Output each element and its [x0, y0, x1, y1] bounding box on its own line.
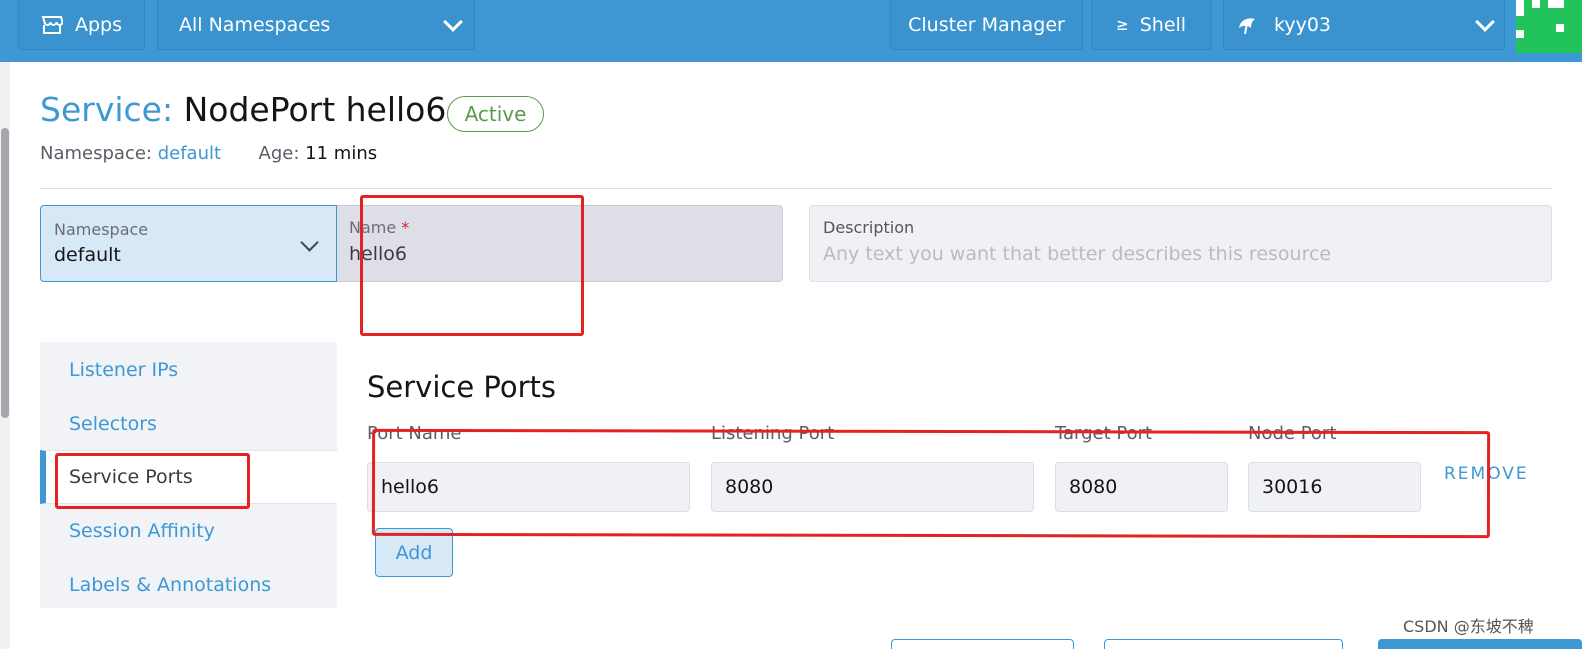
age-value: 11 mins	[305, 143, 378, 164]
namespace-link[interactable]: default	[158, 143, 221, 164]
cluster-name: kyy03	[1274, 13, 1331, 36]
namespace-meta-label: Namespace:	[40, 143, 152, 164]
description-label: Description	[823, 218, 915, 237]
scrollbar-thumb[interactable]	[1, 128, 9, 418]
tab-labels-annotations[interactable]: Labels & Annotations	[40, 558, 337, 612]
chevron-down-icon	[443, 11, 463, 32]
top-navigation-bar: Apps All Namespaces Cluster Manager ≥ Sh…	[0, 0, 1582, 62]
annotation-box-tab	[55, 453, 250, 509]
namespace-select[interactable]: Namespace default	[40, 205, 337, 282]
header-divider	[40, 188, 1552, 189]
cluster-manager-label: Cluster Manager	[908, 13, 1065, 36]
footer-button[interactable]	[1104, 639, 1343, 649]
cluster-icon	[1239, 17, 1255, 34]
cluster-manager-button[interactable]: Cluster Manager	[890, 0, 1083, 50]
resource-kind: Service:	[40, 90, 174, 129]
description-field[interactable]: Description	[809, 205, 1552, 282]
namespace-select-label: Namespace	[54, 220, 149, 239]
namespace-filter-value: All Namespaces	[179, 13, 331, 36]
watermark: CSDN @东坡不稗	[1403, 617, 1534, 636]
tab-selectors[interactable]: Selectors	[40, 397, 337, 451]
apps-label: Apps	[75, 13, 123, 36]
resource-name: NodePort hello6	[183, 90, 447, 129]
footer-button[interactable]	[891, 639, 1074, 649]
terminal-icon: ≥	[1116, 14, 1128, 35]
chevron-down-icon	[1475, 11, 1495, 32]
shell-button[interactable]: ≥ Shell	[1091, 0, 1212, 50]
tab-session-affinity[interactable]: Session Affinity	[40, 504, 337, 558]
store-icon	[41, 15, 63, 34]
resource-meta: Namespace: default Age: 11 mins	[40, 143, 377, 164]
apps-button[interactable]: Apps	[18, 0, 145, 50]
annotation-box-name	[360, 195, 584, 336]
panel-title: Service Ports	[367, 370, 556, 404]
namespace-filter-dropdown[interactable]: All Namespaces	[157, 0, 475, 50]
page-scrollbar[interactable]	[0, 62, 10, 649]
footer-primary-button[interactable]	[1378, 639, 1582, 649]
cluster-selector-dropdown[interactable]: kyy03	[1223, 0, 1505, 50]
annotation-box-ports	[371, 428, 1491, 539]
description-input[interactable]	[823, 243, 1538, 265]
user-avatar[interactable]	[1516, 0, 1582, 53]
namespace-select-value: default	[54, 244, 121, 266]
page-title: Service: NodePort hello6	[40, 90, 446, 129]
age-meta-label: Age:	[258, 143, 300, 164]
tab-listener-ips[interactable]: Listener IPs	[40, 343, 337, 397]
shell-label: Shell	[1139, 13, 1187, 36]
status-badge: Active	[447, 96, 544, 132]
